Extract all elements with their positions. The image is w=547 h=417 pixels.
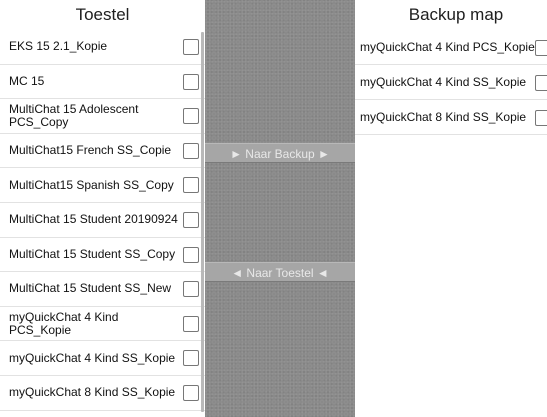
item-checkbox[interactable] <box>183 350 199 367</box>
to-backup-button[interactable]: ► Naar Backup ► <box>205 143 355 163</box>
item-checkbox[interactable] <box>183 177 199 194</box>
transfer-panel: ► Naar Backup ► ◄ Naar Toestel ◄ <box>205 0 355 417</box>
item-checkbox[interactable] <box>183 108 199 125</box>
list-item-label: MultiChat15 French SS_Copie <box>9 143 172 158</box>
list-item[interactable]: MultiChat 15 Student SS_New <box>0 272 205 307</box>
list-item[interactable]: MC 15 <box>0 65 205 100</box>
item-checkbox[interactable] <box>183 281 199 298</box>
list-item[interactable]: MultiChat15 French SS_Copie <box>0 134 205 169</box>
list-item-label: MC 15 <box>9 73 45 88</box>
item-checkbox[interactable] <box>535 40 547 56</box>
list-item-label: myQuickChat 8 Kind SS_Kopie <box>360 110 527 124</box>
list-item[interactable]: myQuickChat 8 Kind SS_Kopie <box>355 100 547 135</box>
list-item-label: EKS 15 2.1_Kopie <box>9 39 108 54</box>
list-item[interactable]: myQuickChat 4 Kind SS_Kopie <box>0 341 205 376</box>
item-checkbox[interactable] <box>183 73 199 90</box>
item-checkbox[interactable] <box>183 246 199 263</box>
item-checkbox[interactable] <box>183 142 199 159</box>
device-panel-title: Toestel <box>75 5 130 24</box>
list-item-label: myQuickChat 4 Kind SS_Kopie <box>9 350 176 365</box>
to-device-button[interactable]: ◄ Naar Toestel ◄ <box>205 262 355 282</box>
backup-panel-title: Backup map <box>408 5 504 24</box>
list-item[interactable]: myQuickChat 4 Kind SS_Kopie <box>355 65 547 100</box>
list-item[interactable]: MultiChat 15 Adolescent PCS_Copy <box>0 99 205 134</box>
device-panel: Toestel EKS 15 2.1_Kopie MC 15 MultiChat… <box>0 0 205 417</box>
list-item[interactable]: myQuickChat 8 Kind SS_Kopie <box>0 376 205 411</box>
item-checkbox[interactable] <box>183 384 199 401</box>
list-item-label: MultiChat 15 Student SS_Copy <box>9 246 176 261</box>
list-item-label: myQuickChat 4 Kind PCS_Kopie <box>360 40 535 54</box>
list-item-label: myQuickChat 4 Kind SS_Kopie <box>360 75 527 89</box>
list-item[interactable]: EKS 15 2.1_Kopie <box>0 30 205 65</box>
item-checkbox[interactable] <box>535 75 547 91</box>
backup-file-list: myQuickChat 4 Kind PCS_Kopie myQuickChat… <box>355 30 547 135</box>
device-list-scrollbar[interactable] <box>201 32 204 412</box>
list-item[interactable]: myQuickChat 4 Kind PCS_Kopie <box>355 30 547 65</box>
item-checkbox[interactable] <box>183 211 199 228</box>
list-item[interactable]: MultiChat 15 Student 20190924 <box>0 203 205 238</box>
list-item-label: MultiChat 15 Student SS_New <box>9 281 172 296</box>
item-checkbox[interactable] <box>183 39 199 55</box>
list-item[interactable]: MultiChat 15 Student SS_Copy <box>0 238 205 273</box>
item-checkbox[interactable] <box>535 110 547 126</box>
item-checkbox[interactable] <box>183 315 199 332</box>
list-item-label: myQuickChat 4 Kind PCS_Kopie <box>9 309 119 337</box>
list-item[interactable]: myQuickChat 4 Kind PCS_Kopie <box>0 307 205 342</box>
list-item-label: MultiChat 15 Student 20190924 <box>9 212 178 227</box>
device-file-list: EKS 15 2.1_Kopie MC 15 MultiChat 15 Adol… <box>0 30 205 411</box>
list-item[interactable]: MultiChat15 Spanish SS_Copy <box>0 168 205 203</box>
list-item-label: myQuickChat 8 Kind SS_Kopie <box>9 385 176 400</box>
list-item-label: MultiChat 15 Adolescent PCS_Copy <box>9 101 139 129</box>
list-item-label: MultiChat15 Spanish SS_Copy <box>9 177 174 192</box>
backup-panel: Backup map myQuickChat 4 Kind PCS_Kopie … <box>355 0 547 417</box>
